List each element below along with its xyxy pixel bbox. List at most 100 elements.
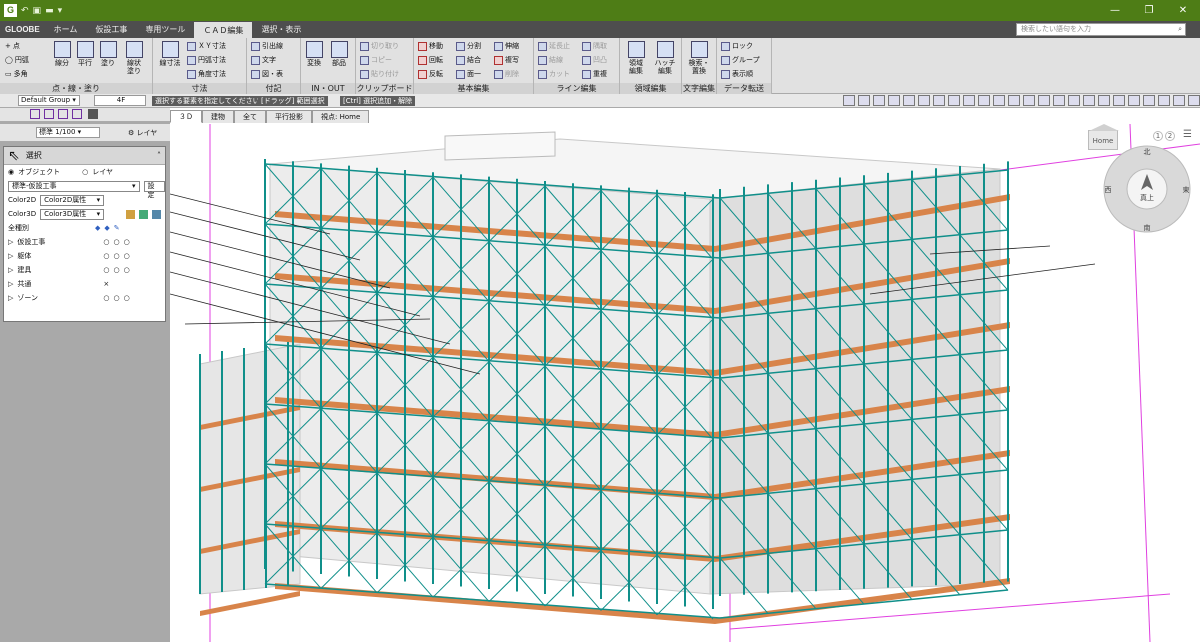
hatch-edit-button[interactable]: ハッチ 編集 — [651, 41, 679, 75]
floor-select[interactable]: 4F — [94, 95, 146, 106]
category-mark[interactable]: ○ — [114, 252, 120, 260]
save-icon[interactable]: ▣ — [33, 6, 42, 16]
tab-temporary-works[interactable]: 仮設工事 — [86, 21, 136, 38]
tab-building[interactable]: 建物 — [202, 110, 234, 123]
surface-button[interactable]: 面一 — [456, 69, 481, 79]
category-mark[interactable]: ○ — [103, 238, 109, 246]
view-tool-icon[interactable] — [948, 95, 960, 106]
type-column-icon[interactable]: ◆ — [95, 224, 100, 232]
view-tool-icon[interactable] — [1173, 95, 1185, 106]
category-mark[interactable]: ○ — [103, 252, 109, 260]
view-tool-icon[interactable] — [963, 95, 975, 106]
category-mark[interactable]: × — [103, 280, 109, 288]
snap-icon[interactable] — [30, 109, 40, 119]
category-mark[interactable]: ○ — [103, 294, 109, 302]
category-mark[interactable]: ○ — [114, 266, 120, 274]
category-mark[interactable]: ○ — [124, 294, 130, 302]
type-column-icon[interactable]: ◆ — [104, 224, 109, 232]
snap-icon[interactable] — [58, 109, 68, 119]
category-row[interactable]: ▷ 躯体 ○ ○ ○ — [4, 249, 165, 263]
tab-parallel-projection[interactable]: 平行投影 — [266, 110, 312, 123]
view-tool-icon[interactable] — [843, 95, 855, 106]
category-mark[interactable]: ○ — [124, 266, 130, 274]
group-button[interactable]: グループ — [721, 55, 760, 65]
setting-button[interactable]: 設定 — [143, 180, 165, 199]
radio-layer[interactable]: ○ — [82, 168, 88, 176]
view-tool-icon[interactable] — [1188, 95, 1200, 106]
menu-icon[interactable]: ☰ — [1183, 129, 1192, 140]
expand-icon[interactable]: ▷ — [8, 238, 13, 246]
corner-button[interactable]: 隅取 — [582, 41, 607, 51]
view-tool-icon[interactable] — [1158, 95, 1170, 106]
scaffold-model[interactable] — [170, 124, 1200, 642]
view-tool-icon[interactable] — [873, 95, 885, 106]
paste-button[interactable]: 貼り付け — [360, 69, 399, 79]
view-tool-icon[interactable] — [1008, 95, 1020, 106]
view-tool-icon[interactable] — [1038, 95, 1050, 106]
view-tool-icon[interactable] — [978, 95, 990, 106]
view-page-2[interactable]: 2 — [1165, 131, 1175, 141]
overlap-button[interactable]: 重複 — [582, 69, 607, 79]
view-tool-icon[interactable] — [1068, 95, 1080, 106]
join-button[interactable]: 結合 — [456, 55, 481, 65]
grid-snap-icon[interactable] — [88, 109, 98, 119]
view-tool-icon[interactable] — [1083, 95, 1095, 106]
category-mark[interactable]: ○ — [103, 266, 109, 274]
group-select[interactable]: Default Group ▾ — [18, 95, 80, 106]
compass-east[interactable]: 東 — [1183, 185, 1190, 194]
color3d-select[interactable]: Color3D属性 ▾ — [40, 208, 105, 220]
expand-icon[interactable]: ▷ — [8, 266, 13, 274]
tab-cad-edit[interactable]: ＣＡＤ編集 — [194, 22, 253, 38]
category-row[interactable]: ▷ 建具 ○ ○ ○ — [4, 263, 165, 277]
move-button[interactable]: 移動 — [418, 41, 443, 51]
view-tool-icon[interactable] — [1023, 95, 1035, 106]
linear-dim-button[interactable]: 線寸法 — [157, 41, 183, 67]
compass-south[interactable]: 南 — [1144, 223, 1151, 232]
polygon-button[interactable]: ▭ 多角 — [5, 69, 28, 79]
convex-button[interactable]: 凹凸 — [582, 55, 607, 65]
arc-dim-button[interactable]: 円弧寸法 — [187, 55, 226, 65]
xy-dim-button[interactable]: ＸＹ寸法 — [187, 41, 226, 51]
split-button[interactable]: 分割 — [456, 41, 481, 51]
view-tool-icon[interactable] — [1128, 95, 1140, 106]
view-tool-icon[interactable] — [918, 95, 930, 106]
view-tool-icon[interactable] — [1053, 95, 1065, 106]
expand-icon[interactable]: ▷ — [8, 294, 13, 302]
line-cut-button[interactable]: カット — [538, 69, 570, 79]
view-tool-icon[interactable] — [888, 95, 900, 106]
category-mark[interactable]: ○ — [114, 294, 120, 302]
view-tool-icon[interactable] — [858, 95, 870, 106]
convert-button[interactable]: 変換 — [303, 41, 325, 67]
view-tool-icon[interactable] — [1113, 95, 1125, 106]
category-mark[interactable]: ○ — [114, 238, 120, 246]
palette-icon[interactable] — [139, 209, 149, 219]
tab-gloobe[interactable]: GLOOBE — [0, 21, 45, 38]
category-mark[interactable]: ○ — [124, 238, 130, 246]
maximize-button[interactable]: ❐ — [1132, 0, 1166, 21]
tab-viewpoint[interactable]: 視点: Home — [312, 110, 370, 123]
undo-icon[interactable]: ↶ — [21, 6, 29, 16]
line-fill-button[interactable]: 線状 塗り — [121, 41, 147, 75]
search-replace-button[interactable]: 検索・ 置換 — [685, 41, 713, 75]
expand-icon[interactable]: ▷ — [8, 280, 13, 288]
view-tool-icon[interactable] — [993, 95, 1005, 106]
category-row[interactable]: ▷ 共通 × — [4, 277, 165, 291]
stretch-button[interactable]: 伸縮 — [494, 41, 519, 51]
snap-icon[interactable] — [72, 109, 82, 119]
text-button[interactable]: 文字 — [251, 55, 276, 65]
category-row[interactable]: ▷ ゾーン ○ ○ ○ — [4, 291, 165, 305]
parts-button[interactable]: 部品 — [328, 41, 350, 67]
bar-icon[interactable]: ▬ — [45, 6, 54, 16]
filter-icon[interactable] — [152, 209, 162, 219]
view-tool-icon[interactable] — [903, 95, 915, 106]
radio-object[interactable]: ◉ — [8, 168, 14, 176]
light-icon[interactable] — [126, 209, 136, 219]
layer-button[interactable]: ⚙ レイヤ — [128, 128, 157, 138]
view-compass[interactable]: 北 南 東 西 真上 — [1102, 144, 1192, 234]
category-mark[interactable]: ○ — [124, 252, 130, 260]
compass-north[interactable]: 北 — [1144, 148, 1151, 156]
category-row[interactable]: ▷ 仮設工事 ○ ○ ○ — [4, 235, 165, 249]
extend-button[interactable]: 延長止 — [538, 41, 570, 51]
tab-special-tools[interactable]: 専用ツール — [136, 21, 194, 38]
3d-viewport[interactable]: Home 1 2 ☰ 北 南 東 西 真上 — [170, 124, 1200, 642]
